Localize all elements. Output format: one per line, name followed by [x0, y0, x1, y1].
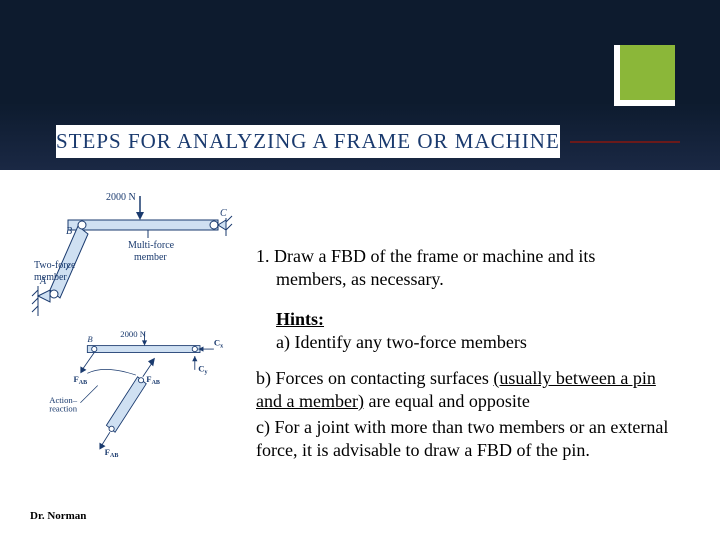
svg-text:member: member [34, 272, 67, 283]
hint-b-pre: b) Forces on contacting surfaces [256, 368, 493, 388]
svg-text:Multi-force: Multi-force [128, 240, 175, 251]
page-title: STEPS FOR ANALYZING A FRAME OR MACHINE [56, 125, 560, 158]
hint-c: c) For a joint with more than two member… [256, 416, 685, 461]
svg-text:2000 N: 2000 N [106, 192, 136, 203]
svg-text:B: B [87, 334, 93, 344]
svg-text:FAB: FAB [105, 447, 119, 459]
author-footer: Dr. Norman [30, 510, 86, 522]
svg-text:reaction: reaction [49, 403, 78, 413]
hints-block: Hints: a) Identify any two-force members [256, 308, 685, 353]
svg-text:C: C [220, 208, 227, 219]
accent-square [614, 45, 675, 106]
title-row: STEPS FOR ANALYZING A FRAME OR MACHINE [56, 125, 680, 158]
step-1-line2: members, as necessary. [256, 268, 685, 291]
content-area: 2000 N B C A Multi-force member Two-forc… [0, 190, 720, 540]
text-column: 1. Draw a FBD of the frame or machine an… [256, 245, 685, 465]
hint-b-post: are equal and opposite [364, 391, 530, 411]
figure-fbd-members: 2000 N B FAB Cx Cy FAB [30, 330, 240, 460]
hint-a: a) Identify any two-force members [276, 331, 685, 354]
title-underline [570, 141, 680, 143]
hint-b: b) Forces on contacting surfaces (usuall… [256, 367, 685, 412]
step-1: 1. Draw a FBD of the frame or machine an… [256, 245, 685, 290]
figures-column: 2000 N B C A Multi-force member Two-forc… [30, 190, 250, 470]
figure-frame-assembly: 2000 N B C A Multi-force member Two-forc… [30, 190, 240, 320]
svg-text:2000 N: 2000 N [120, 330, 146, 339]
svg-text:FAB: FAB [146, 374, 160, 386]
svg-text:Cx: Cx [214, 338, 223, 350]
svg-text:B: B [66, 226, 72, 237]
hints-title: Hints: [276, 309, 324, 329]
step-1-line1: 1. Draw a FBD of the frame or machine an… [256, 245, 685, 268]
svg-text:Cy: Cy [198, 364, 207, 376]
svg-text:Two-force: Two-force [34, 260, 76, 271]
svg-text:member: member [134, 252, 167, 263]
svg-text:FAB: FAB [73, 374, 87, 386]
